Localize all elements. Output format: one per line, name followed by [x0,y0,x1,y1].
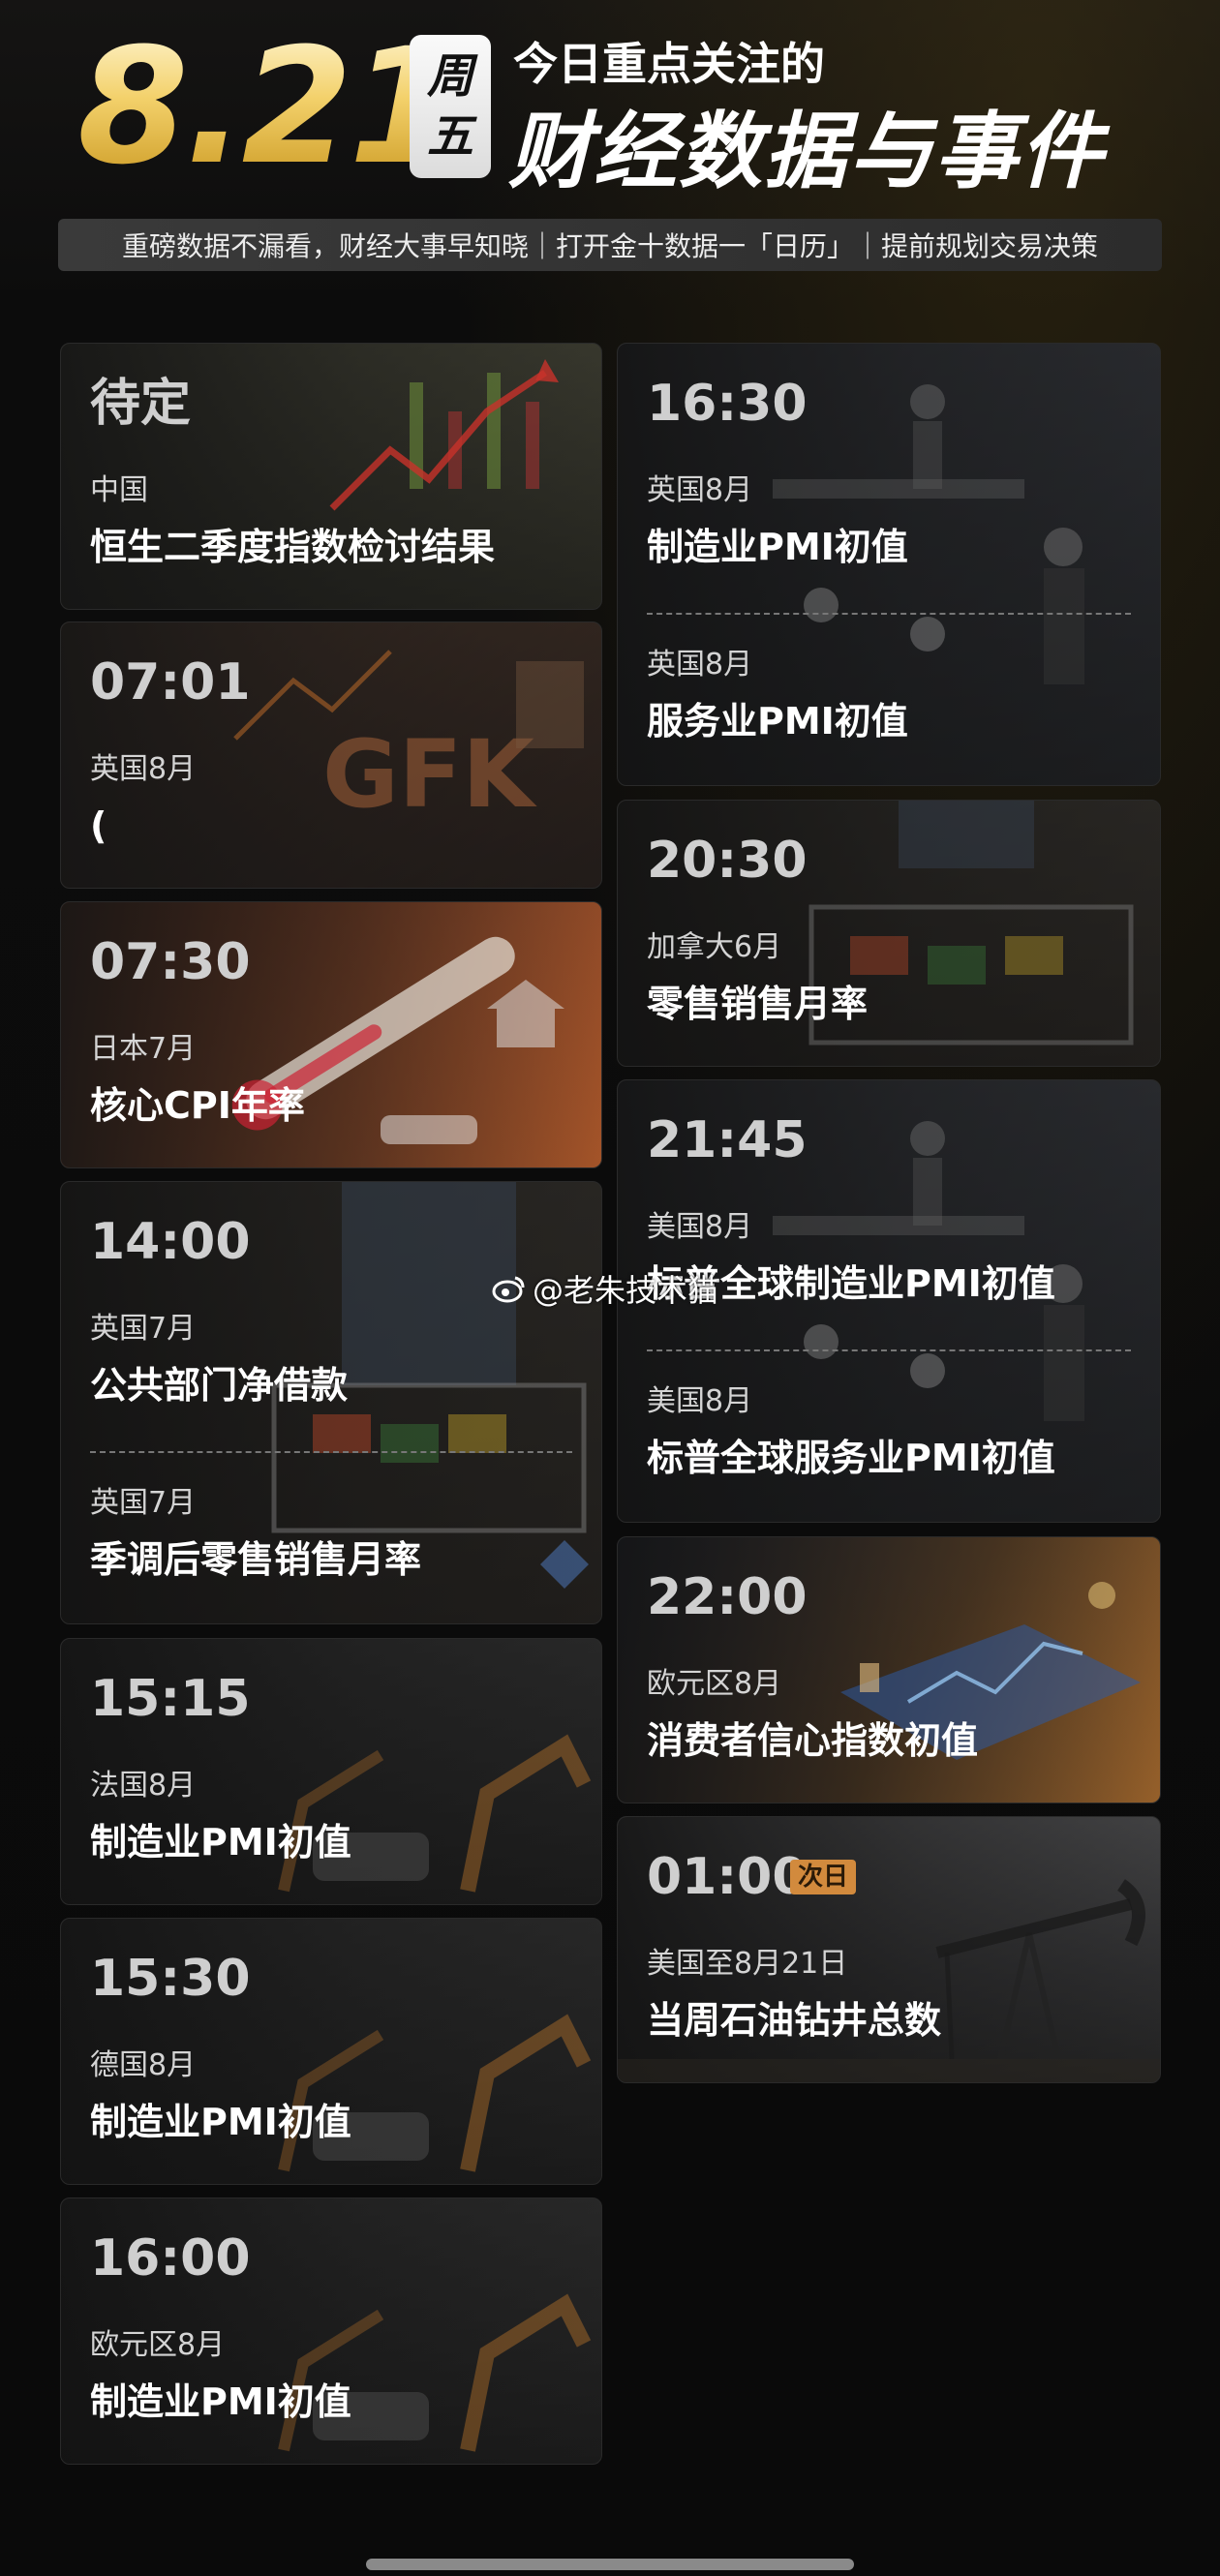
event-country: 美国8月 [647,1210,753,1244]
event-title: 核心CPI年率 [90,1084,305,1127]
divider [647,1349,1131,1351]
event-country: 欧元区8月 [647,1667,782,1701]
event-title: 制造业PMI初值 [647,526,908,568]
event-time: 15:15 [90,1670,251,1728]
event-time: 22:00 [647,1568,808,1626]
event-time: 16:30 [647,375,808,433]
page: 8.21 周 五 今日重点关注的 财经数据与事件 重磅数据不漏看，财经大事早知晓… [0,0,1220,2576]
event-card[interactable]: 22:00 欧元区8月 消费者信心指数初值 [617,1536,1161,1803]
home-indicator[interactable] [366,2559,854,2570]
event-title: 制造业PMI初值 [90,2380,351,2423]
event-country: 欧元区8月 [90,2328,226,2362]
event-time: 待定 [90,375,192,433]
event-time: 01:00 [647,1848,808,1906]
weekday-top: 周 [426,49,473,104]
next-day-badge: 次日 [790,1860,857,1894]
event-card[interactable]: 14:00 英国7月 公共部门净借款 英国7月 季调后零售销售月率 [60,1181,602,1624]
weekday-bottom: 五 [426,109,473,164]
event-title: 服务业PMI初值 [647,700,908,742]
event-country: 英国7月 [90,1312,197,1346]
weibo-icon [492,1276,525,1303]
event-country: 英国8月 [647,648,753,682]
event-title: 零售销售月率 [647,983,869,1025]
event-title: ( [90,804,107,847]
event-card[interactable]: 16:30 英国8月 制造业PMI初值 英国8月 服务业PMI初值 [617,343,1161,786]
weekday-badge: 周 五 [410,35,491,178]
event-country: 美国8月 [647,1384,753,1418]
event-card[interactable]: 16:00 欧元区8月 制造业PMI初值 [60,2197,602,2465]
watermark: @老朱技术猫 [492,1266,718,1311]
divider [90,1451,572,1453]
event-country: 日本7月 [90,1032,197,1066]
event-time: 21:45 [647,1111,808,1169]
event-title: 当周石油钻井总数 [647,1999,942,2042]
event-title: 标普全球服务业PMI初值 [647,1437,1055,1479]
divider [647,613,1131,615]
svg-text:GFK: GFK [322,720,537,829]
event-country: 英国8月 [647,473,753,507]
event-time: 07:01 [90,653,251,712]
date-title: 8.21 [77,14,460,199]
event-country: 加拿大6月 [647,930,782,964]
event-time: 15:30 [90,1950,251,2008]
event-time: 14:00 [90,1213,251,1271]
event-time: 07:30 [90,933,251,991]
event-time: 20:30 [647,832,808,890]
event-title: 恒生二季度指数检讨结果 [90,526,496,568]
event-country: 法国8月 [90,1769,197,1803]
event-card[interactable]: 15:30 德国8月 制造业PMI初值 [60,1918,602,2185]
event-card[interactable]: 待定 中国 恒生二季度指数检讨结果 [60,343,602,610]
event-country: 中国 [90,473,148,507]
event-title: 制造业PMI初值 [90,2101,351,2143]
event-card[interactable]: 20:30 加拿大6月 零售销售月率 [617,800,1161,1067]
event-title: 制造业PMI初值 [90,1821,351,1864]
event-card[interactable]: 07:30 日本7月 核心CPI年率 [60,901,602,1168]
watermark-text: @老朱技术猫 [533,1272,719,1309]
event-title: 公共部门净借款 [90,1364,349,1407]
event-title: 季调后零售销售月率 [90,1538,422,1581]
event-country: 英国7月 [90,1486,197,1520]
event-time: 16:00 [90,2229,251,2288]
event-card[interactable]: 15:15 法国8月 制造业PMI初值 [60,1638,602,1905]
event-country: 德国8月 [90,2048,197,2082]
event-card[interactable]: 01:00 次日 美国至8月21日 当周石油钻井总数 [617,1816,1161,2083]
subtitle-banner: 重磅数据不漏看，财经大事早知晓｜打开金十数据一「日历」｜提前规划交易决策 [58,219,1162,271]
headline-big: 财经数据与事件 [508,104,1105,200]
event-country: 美国至8月21日 [647,1947,848,1981]
event-country: 英国8月 [90,752,197,786]
event-title: 消费者信心指数初值 [647,1719,979,1762]
event-card[interactable]: GFK 07:01 英国8月 ( [60,621,602,889]
